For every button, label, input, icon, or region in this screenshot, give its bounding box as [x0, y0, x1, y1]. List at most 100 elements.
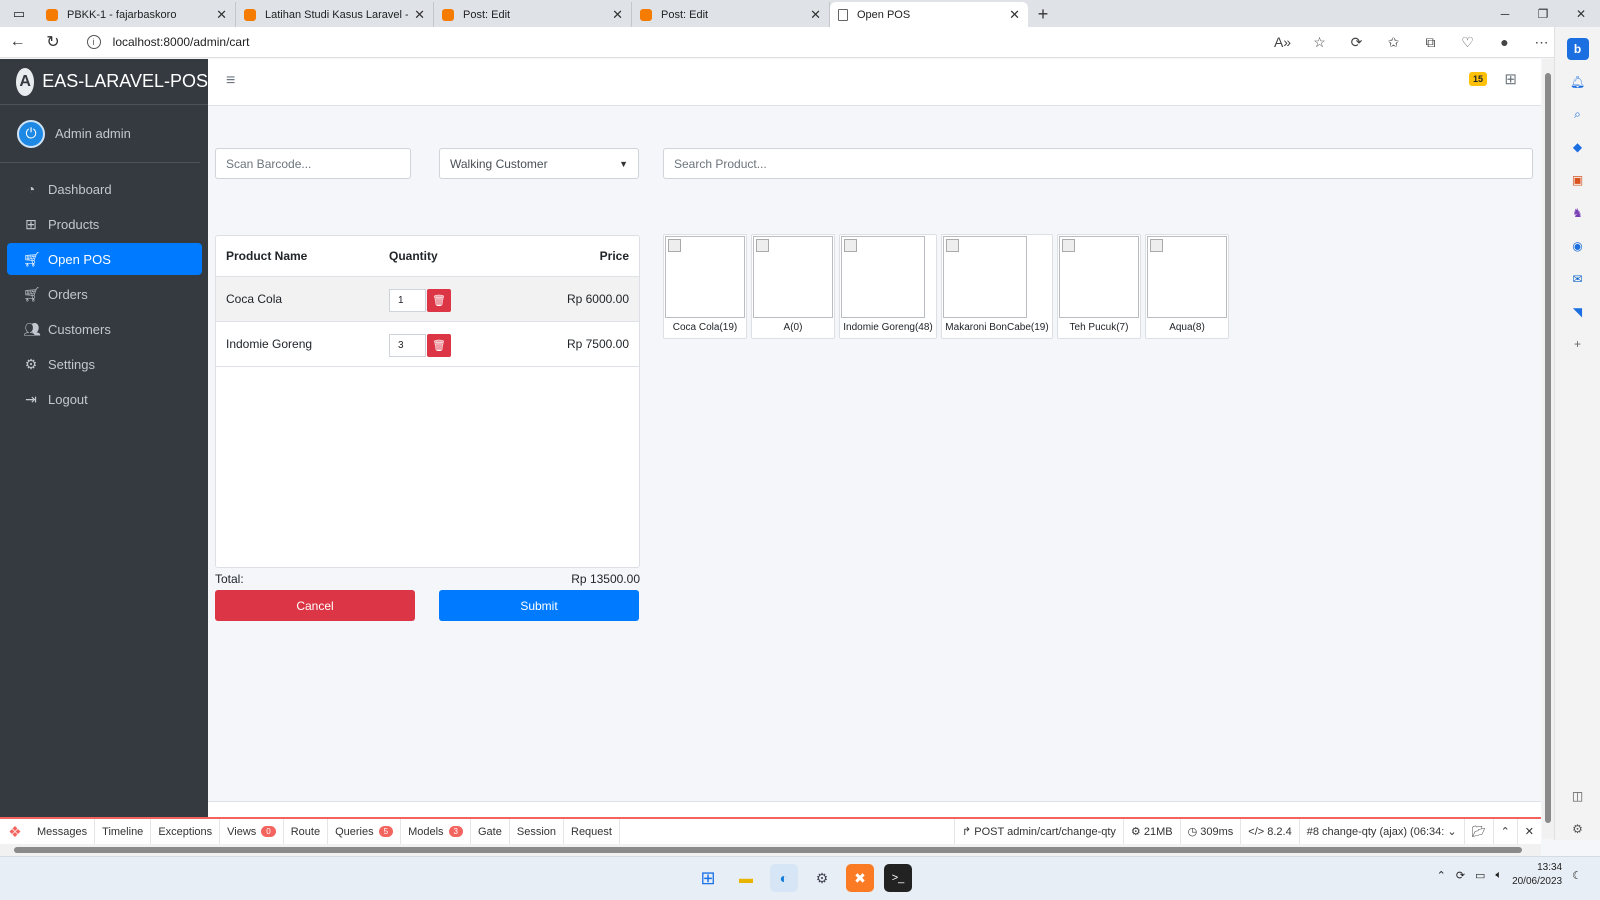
settings-app-icon[interactable]: ⚙: [808, 864, 836, 892]
favorites-icon[interactable]: ✩: [1375, 34, 1412, 51]
outlook-icon[interactable]: ✉: [1567, 268, 1589, 290]
drop-icon[interactable]: ◥: [1567, 301, 1589, 323]
trash-icon[interactable]: 🗑︎: [427, 289, 451, 312]
browser-tab[interactable]: Post: Edit ✕: [434, 2, 632, 27]
product-label: A(0): [783, 322, 803, 333]
shopping-icon[interactable]: ◆: [1567, 136, 1589, 158]
close-icon[interactable]: ✕: [216, 7, 227, 23]
bell-icon[interactable]: 🔔︎: [1567, 71, 1589, 93]
chevron-up-icon[interactable]: ⌃: [1437, 869, 1446, 882]
close-window-icon[interactable]: ✕: [1562, 0, 1600, 27]
add-icon[interactable]: +: [1567, 333, 1589, 355]
sidebar-item-products[interactable]: ⊞ Products: [7, 208, 202, 240]
chevron-up-icon[interactable]: ⌃: [1492, 819, 1517, 844]
search-product-input[interactable]: Search Product...: [663, 148, 1533, 179]
brand-link[interactable]: A EAS-LARAVEL-POS: [0, 59, 208, 105]
product-card[interactable]: Teh Pucuk(7): [1057, 234, 1141, 339]
page-icon: [838, 8, 848, 21]
favorite-icon[interactable]: ☆: [1301, 34, 1338, 51]
user-panel[interactable]: ⏻ Admin admin: [0, 105, 200, 163]
bing-icon[interactable]: b: [1566, 38, 1589, 60]
close-icon[interactable]: ✕: [810, 7, 821, 23]
horizontal-scrollbar[interactable]: [0, 844, 1541, 856]
folder-icon[interactable]: 📂︎: [1463, 819, 1493, 844]
notification-badge[interactable]: 15: [1469, 72, 1487, 86]
debugbar-status: ↱ POST admin/cart/change-qty ⚙ 21MB ◷ 30…: [953, 819, 1541, 844]
info-icon[interactable]: i: [86, 35, 101, 49]
tools-icon[interactable]: ▣: [1567, 169, 1589, 191]
debugbar-tab-session[interactable]: Session: [510, 819, 564, 844]
new-tab-icon[interactable]: +: [1028, 2, 1058, 27]
menu-toggle-icon[interactable]: ≡: [226, 72, 235, 90]
display-icon[interactable]: ▭: [1475, 869, 1485, 882]
barcode-input[interactable]: Scan Barcode...: [215, 148, 411, 179]
debugbar-tab-request[interactable]: Request: [564, 819, 620, 844]
product-card[interactable]: Aqua(8): [1145, 234, 1229, 339]
browser-tab-active[interactable]: Open POS ✕: [830, 2, 1028, 27]
browser-tab[interactable]: Post: Edit ✕: [632, 2, 830, 27]
office-icon[interactable]: ◉: [1567, 235, 1589, 257]
memory-text: 21MB: [1143, 825, 1173, 838]
games-icon[interactable]: ♞: [1567, 202, 1589, 224]
laravel-icon[interactable]: ❖: [0, 823, 30, 841]
sidebar-item-dashboard[interactable]: ◔ Dashboard: [7, 173, 202, 205]
debugbar-tab-exceptions[interactable]: Exceptions: [151, 819, 221, 844]
trash-icon[interactable]: 🗑︎: [427, 334, 451, 357]
sidebar-item-orders[interactable]: 🛒︎ Orders: [7, 278, 202, 310]
file-explorer-icon[interactable]: ▬: [732, 864, 760, 892]
sidebar-item-logout[interactable]: ⇥ Logout: [7, 383, 202, 415]
debugbar-tab-messages[interactable]: Messages: [30, 819, 96, 844]
sidebar-toggle-icon[interactable]: ◫: [1567, 785, 1589, 807]
moon-icon[interactable]: ☾: [1572, 869, 1582, 882]
search-icon[interactable]: ⌕: [1567, 104, 1589, 126]
submit-button[interactable]: Submit: [439, 590, 639, 621]
debugbar-tab-timeline[interactable]: Timeline: [95, 819, 152, 844]
quantity-input[interactable]: 1: [389, 289, 426, 312]
back-icon[interactable]: ←: [0, 27, 35, 58]
debugbar-tab-queries[interactable]: Queries 5: [328, 819, 402, 844]
url-field[interactable]: i localhost:8000/admin/cart: [76, 30, 1265, 54]
close-icon[interactable]: ✕: [1516, 819, 1541, 844]
terminal-icon[interactable]: >_: [884, 864, 912, 892]
close-icon[interactable]: ✕: [414, 7, 425, 23]
collections-icon[interactable]: ⧉: [1412, 34, 1449, 51]
clock[interactable]: 13:34 20/06/2023: [1512, 861, 1562, 889]
count-badge: 5: [378, 826, 394, 837]
vertical-scrollbar[interactable]: [1542, 59, 1554, 839]
customer-select[interactable]: Walking Customer ▼: [439, 148, 639, 179]
volume-icon[interactable]: 🔈︎: [1495, 869, 1502, 882]
close-icon[interactable]: ✕: [612, 7, 623, 23]
debugbar-tab-route[interactable]: Route: [284, 819, 329, 844]
read-aloud-icon[interactable]: A»: [1264, 34, 1301, 51]
profile-icon[interactable]: ●: [1486, 34, 1523, 51]
sync-icon[interactable]: ⟳: [1456, 869, 1465, 882]
edge-icon[interactable]: ◐: [770, 864, 798, 892]
quantity-input[interactable]: 3: [389, 334, 426, 357]
xampp-icon[interactable]: ✖: [846, 864, 874, 892]
browser-tab[interactable]: PBKK-1 - fajarbaskoro ✕: [38, 2, 236, 27]
blogger-icon: [640, 8, 652, 21]
fullscreen-icon[interactable]: ⊞: [1504, 70, 1517, 88]
close-icon[interactable]: ✕: [1009, 7, 1020, 23]
request-select[interactable]: #8 change-qty (ajax) (06:34: ⌄: [1298, 819, 1464, 844]
settings-icon[interactable]: ⚙: [1567, 818, 1589, 840]
restore-icon[interactable]: ❐: [1524, 0, 1562, 27]
debugbar-tab-models[interactable]: Models 3: [401, 819, 471, 844]
sidebar-item-settings[interactable]: ⚙ Settings: [7, 348, 202, 380]
product-card[interactable]: Makaroni BonCabe(19): [941, 234, 1053, 339]
tab-actions-icon[interactable]: ▭: [0, 0, 38, 27]
windows-start-icon[interactable]: ⊞: [694, 864, 722, 892]
browser-tab[interactable]: Latihan Studi Kasus Laravel - faja ✕: [236, 2, 434, 27]
minimize-icon[interactable]: ─: [1486, 0, 1524, 27]
debugbar-tab-views[interactable]: Views 0: [220, 819, 284, 844]
sidebar-item-open-pos[interactable]: 🛒︎ Open POS: [7, 243, 202, 275]
product-card[interactable]: A(0): [751, 234, 835, 339]
product-card[interactable]: Coca Cola(19): [663, 234, 747, 339]
refresh-icon[interactable]: ↻: [35, 27, 70, 58]
debugbar-tab-gate[interactable]: Gate: [471, 819, 510, 844]
cancel-button[interactable]: Cancel: [215, 590, 415, 621]
sidebar-item-customers[interactable]: 👥︎ Customers: [7, 313, 202, 345]
product-card[interactable]: Indomie Goreng(48): [839, 234, 937, 339]
browser-essentials-icon[interactable]: ♡: [1449, 34, 1486, 51]
extensions-icon[interactable]: ⟳: [1338, 34, 1375, 51]
